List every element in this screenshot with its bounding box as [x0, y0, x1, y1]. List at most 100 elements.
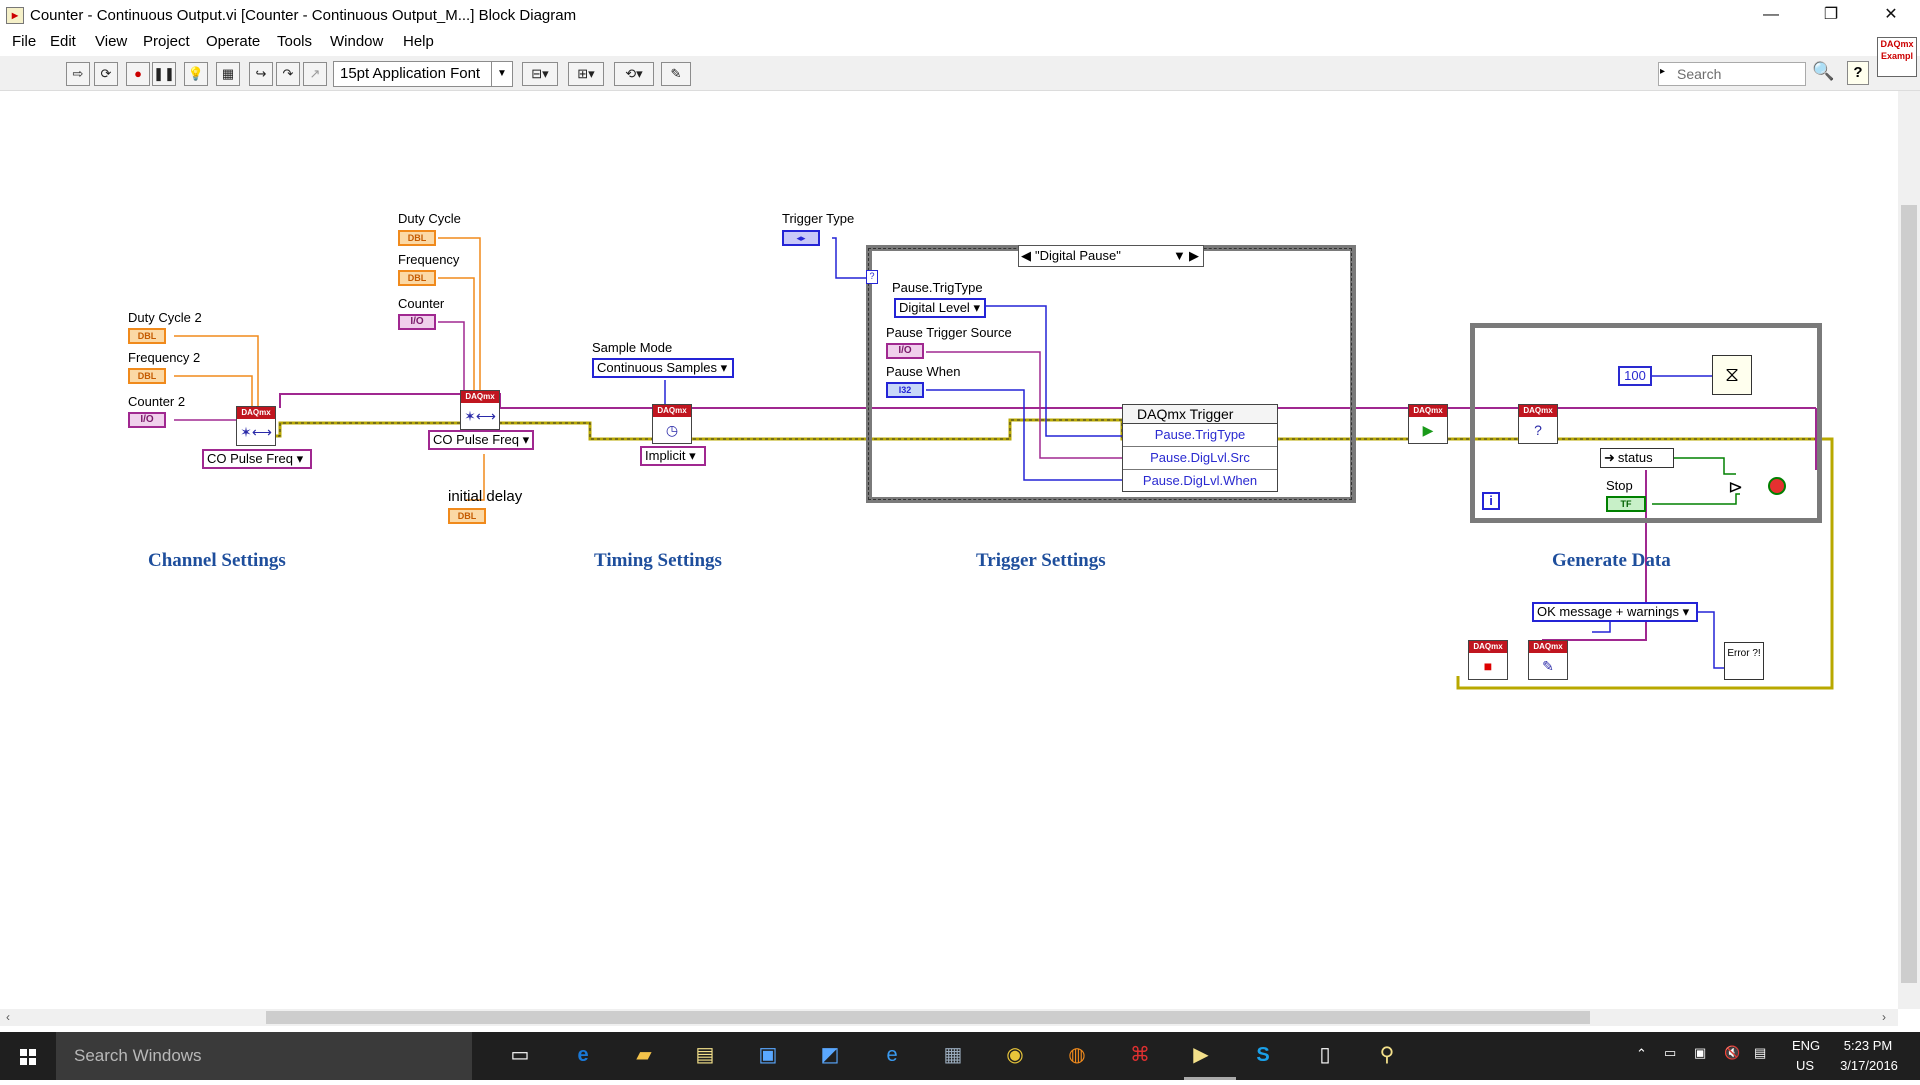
- unbundle-status[interactable]: ➜ status: [1600, 448, 1674, 468]
- pause-trigtype-ring[interactable]: Digital Level ▾: [894, 298, 986, 318]
- sample-mode-label: Sample Mode: [592, 340, 673, 355]
- clock-icon: ◷: [665, 422, 679, 438]
- case-prev-icon[interactable]: ◀: [1021, 246, 1031, 266]
- ni-max-icon[interactable]: ⚲: [1372, 1040, 1402, 1070]
- remote-desktop-icon[interactable]: ▦: [938, 1040, 968, 1070]
- internet-explorer-icon[interactable]: e: [877, 1040, 907, 1070]
- show-hidden-icons[interactable]: ⌃: [1636, 1046, 1647, 1062]
- volume-muted-icon[interactable]: 🔇: [1724, 1045, 1740, 1061]
- document-icon[interactable]: ▯: [1310, 1040, 1340, 1070]
- counter-2-control[interactable]: I/O: [128, 412, 166, 428]
- frequency-2-label: Frequency 2: [128, 350, 201, 365]
- case-next-icon[interactable]: ▶: [1189, 246, 1199, 266]
- daqmx-create-channel-vi-1[interactable]: DAQmx ✶⟷: [236, 406, 276, 446]
- eraser-icon: ✎: [1542, 658, 1554, 674]
- ok-message-warnings-ring[interactable]: OK message + warnings ▾: [1532, 602, 1698, 622]
- daqmx-is-task-done-vi[interactable]: DAQmx ?: [1518, 404, 1558, 444]
- start-button[interactable]: [0, 1032, 56, 1080]
- daqmx-header: DAQmx: [1529, 641, 1567, 653]
- daqmx-start-task-vi[interactable]: DAQmx ▶: [1408, 404, 1448, 444]
- scroll-left-icon[interactable]: ‹: [6, 1010, 10, 1024]
- daqmx-trigger-property-node[interactable]: DAQmx Trigger Pause.TrigType Pause.DigLv…: [1122, 404, 1278, 492]
- pulse-icon: ✶⟷: [240, 424, 272, 440]
- co-pulse-freq-ring-1[interactable]: CO Pulse Freq ▾: [202, 449, 312, 469]
- co-pulse-freq-ring-1-value: CO Pulse Freq: [207, 451, 293, 466]
- constant-100[interactable]: 100: [1618, 366, 1652, 386]
- initial-delay-control[interactable]: DBL: [448, 508, 486, 524]
- status-label: status: [1617, 450, 1653, 465]
- daqmx-header: DAQmx: [461, 391, 499, 403]
- case-selector-terminal: ?: [866, 270, 878, 284]
- chrome-icon[interactable]: ◉: [1000, 1040, 1030, 1070]
- task-view-icon[interactable]: ▭: [505, 1040, 535, 1070]
- generate-data-heading: Generate Data: [1552, 550, 1671, 571]
- property-pause-diglvl-when[interactable]: Pause.DigLvl.When: [1123, 470, 1277, 492]
- pause-trigger-source-control[interactable]: I/O: [886, 343, 924, 359]
- play-icon: ▶: [1422, 422, 1434, 438]
- loop-iteration-terminal: i: [1482, 492, 1500, 510]
- scroll-right-icon[interactable]: ›: [1882, 1010, 1886, 1024]
- loop-condition-stop-icon[interactable]: [1768, 477, 1786, 495]
- channel-settings-heading: Channel Settings: [148, 550, 286, 571]
- implicit-ring[interactable]: Implicit ▾: [640, 446, 706, 466]
- sample-mode-ring[interactable]: Continuous Samples ▾: [592, 358, 734, 378]
- trigger-settings-heading: Trigger Settings: [976, 550, 1106, 571]
- action-center-icon[interactable]: ▤: [1754, 1045, 1766, 1061]
- language-indicator[interactable]: ENG: [1792, 1038, 1820, 1053]
- daqmx-create-channel-vi-2[interactable]: DAQmx ✶⟷: [460, 390, 500, 430]
- question-icon: ?: [1534, 422, 1542, 438]
- horizontal-scroll-thumb[interactable]: [266, 1011, 1590, 1024]
- co-pulse-freq-ring-2[interactable]: CO Pulse Freq ▾: [428, 430, 534, 450]
- firefox-icon[interactable]: ◍: [1062, 1040, 1092, 1070]
- wait-ms-icon[interactable]: ⧖: [1712, 355, 1752, 395]
- ok-message-warnings-value: OK message + warnings: [1537, 604, 1679, 619]
- battery-icon[interactable]: ▭: [1664, 1045, 1676, 1061]
- taskbar-search[interactable]: Search Windows: [56, 1032, 472, 1080]
- vertical-scroll-thumb[interactable]: [1901, 205, 1917, 983]
- case-selector[interactable]: ◀ "Digital Pause" ▼ ▶: [1018, 245, 1204, 267]
- daqmx-header: DAQmx: [237, 407, 275, 419]
- unbundle-arrow-icon: ➜: [1604, 450, 1615, 465]
- clock-date[interactable]: 3/17/2016: [1834, 1058, 1904, 1073]
- chevron-down-icon[interactable]: ▼: [1173, 246, 1186, 266]
- pause-when-control[interactable]: I32: [886, 382, 924, 398]
- acrobat-icon[interactable]: ⌘: [1125, 1040, 1155, 1070]
- property-pause-diglvl-src[interactable]: Pause.DigLvl.Src: [1123, 447, 1277, 470]
- edge-browser-icon[interactable]: e: [568, 1040, 598, 1070]
- duty-cycle-2-control[interactable]: DBL: [128, 328, 166, 344]
- daqmx-stop-task-vi[interactable]: DAQmx ■: [1468, 640, 1508, 680]
- property-node-title: DAQmx Trigger: [1137, 406, 1234, 422]
- frequency-label: Frequency: [398, 252, 460, 267]
- pause-trigtype-label: Pause.TrigType: [892, 280, 983, 295]
- or-gate-icon[interactable]: ⊳: [1728, 476, 1758, 498]
- file-explorer-icon[interactable]: ▰: [629, 1040, 659, 1070]
- counter-control[interactable]: I/O: [398, 314, 436, 330]
- file-cabinet-icon[interactable]: ▤: [690, 1040, 720, 1070]
- timing-settings-heading: Timing Settings: [594, 550, 722, 571]
- skype-icon[interactable]: S: [1248, 1040, 1278, 1070]
- windows-logo-icon: [20, 1049, 36, 1065]
- frequency-2-control[interactable]: DBL: [128, 368, 166, 384]
- trigger-type-control[interactable]: ◂▸: [782, 230, 820, 246]
- daqmx-timing-vi[interactable]: DAQmx ◷: [652, 404, 692, 444]
- duty-cycle-label: Duty Cycle: [398, 211, 461, 226]
- simple-error-handler[interactable]: Error ?!: [1724, 642, 1764, 680]
- network-icon[interactable]: ▣: [1694, 1045, 1706, 1061]
- duty-cycle-2-label: Duty Cycle 2: [128, 310, 202, 325]
- pause-trigger-source-label: Pause Trigger Source: [886, 325, 1012, 340]
- pulse-icon: ✶⟷: [464, 408, 496, 424]
- daqmx-clear-task-vi[interactable]: DAQmx ✎: [1528, 640, 1568, 680]
- daqmx-header: DAQmx: [1409, 405, 1447, 417]
- pause-when-label: Pause When: [886, 364, 961, 379]
- frequency-control[interactable]: DBL: [398, 270, 436, 286]
- app-icon-1[interactable]: ◩: [815, 1040, 845, 1070]
- clock-time[interactable]: 5:23 PM: [1840, 1038, 1896, 1053]
- region-indicator[interactable]: US: [1796, 1058, 1814, 1073]
- stop-button-terminal[interactable]: TF: [1606, 496, 1646, 512]
- duty-cycle-control[interactable]: DBL: [398, 230, 436, 246]
- control-panel-icon[interactable]: ▣: [753, 1040, 783, 1070]
- property-pause-trigtype[interactable]: Pause.TrigType: [1123, 424, 1277, 447]
- case-selector-label: "Digital Pause": [1035, 248, 1121, 263]
- counter-label: Counter: [398, 296, 445, 311]
- labview-taskbar-icon[interactable]: ▶: [1186, 1040, 1216, 1070]
